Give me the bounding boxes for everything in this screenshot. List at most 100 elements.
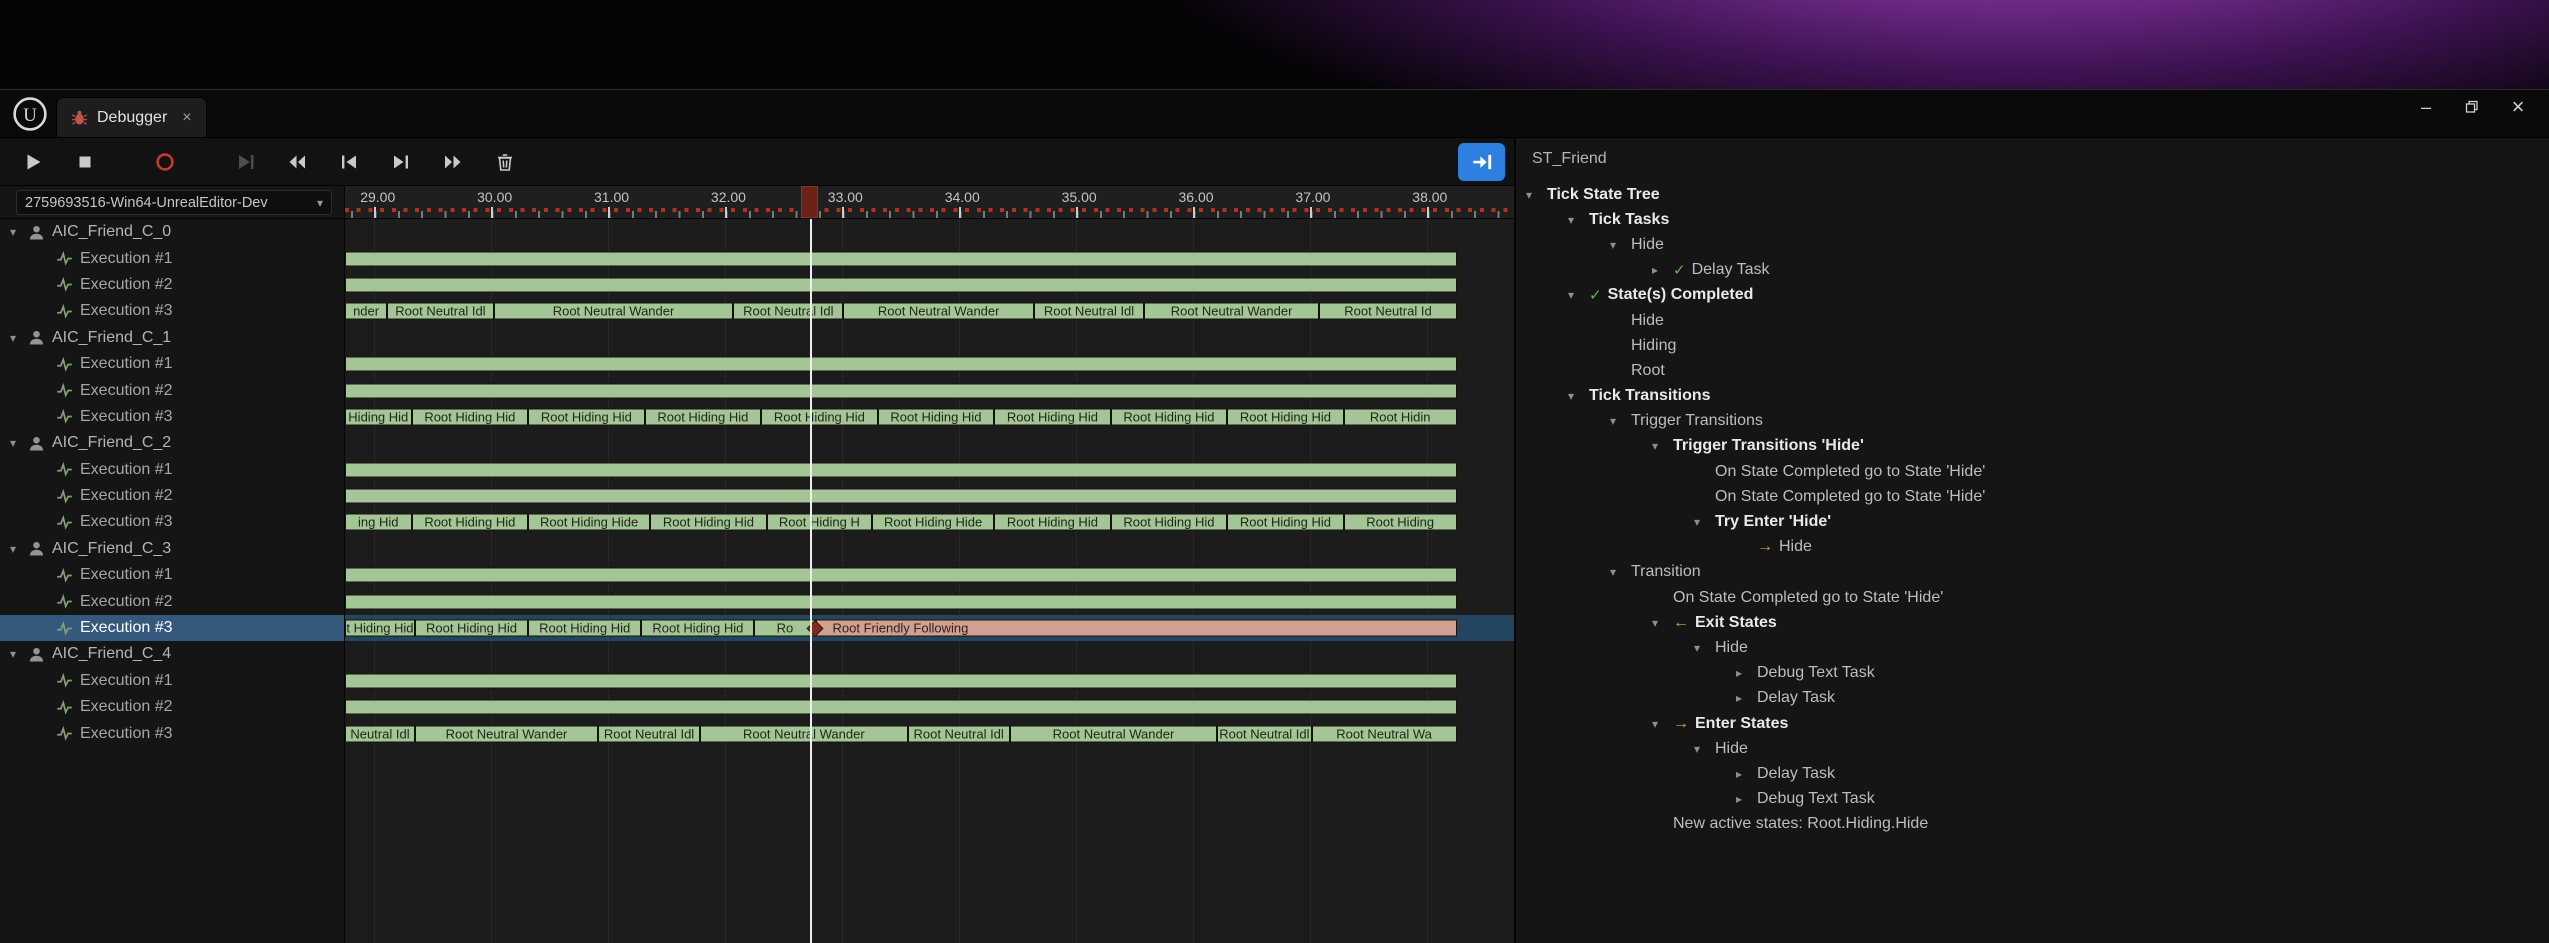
- timeline-bar[interactable]: [345, 251, 1457, 266]
- state-tree-row[interactable]: ▾Trigger Transitions: [1516, 409, 2549, 434]
- state-tree-row[interactable]: ▾Transition: [1516, 560, 2549, 585]
- timeline-segment[interactable]: ing Hid: [346, 515, 413, 530]
- state-tree-row[interactable]: ▾Hide: [1516, 635, 2549, 660]
- chevron-down-icon[interactable]: ▾: [1694, 515, 1715, 529]
- timeline-segment[interactable]: Root Hiding Hid: [762, 409, 879, 424]
- chevron-down-icon[interactable]: ▾: [1652, 717, 1673, 731]
- chevron-right-icon[interactable]: ▸: [1736, 666, 1757, 680]
- timeline-segment[interactable]: Root Hiding Hid: [1112, 409, 1229, 424]
- timeline-bar[interactable]: Neutral IdlRoot Neutral WanderRoot Neutr…: [345, 725, 1457, 742]
- track-row[interactable]: [345, 377, 1514, 403]
- timeline-segment[interactable]: Hiding Hid: [346, 409, 413, 424]
- state-tree-row[interactable]: →Hide: [1516, 535, 2549, 560]
- timeline-bar[interactable]: [345, 568, 1457, 583]
- tree-execution-row[interactable]: Execution #2: [0, 588, 344, 614]
- track-row[interactable]: [345, 457, 1514, 483]
- state-tree-row[interactable]: ▾✓State(s) Completed: [1516, 283, 2549, 308]
- chevron-down-icon[interactable]: ▾: [1652, 439, 1673, 453]
- timeline-segment[interactable]: t Hiding Hid: [346, 621, 416, 636]
- chevron-right-icon[interactable]: ▸: [1736, 792, 1757, 806]
- timeline-segment[interactable]: Root Neutral Wander: [1145, 304, 1320, 319]
- chevron-right-icon[interactable]: ▸: [1652, 263, 1673, 277]
- timeline-segment[interactable]: Root Hiding Hid: [646, 409, 763, 424]
- jump-to-latest-button[interactable]: [1458, 143, 1505, 181]
- chevron-down-icon[interactable]: ▾: [1568, 213, 1589, 227]
- tree-execution-row[interactable]: Execution #3: [0, 298, 344, 324]
- tab-debugger[interactable]: Debugger ×: [56, 97, 207, 137]
- track-row[interactable]: [345, 562, 1514, 588]
- timeline-segment[interactable]: Root Neutral Idl: [1218, 726, 1312, 741]
- timeline-segment[interactable]: Root Hiding: [1345, 515, 1456, 530]
- tab-close-icon[interactable]: ×: [182, 109, 191, 127]
- state-tree-row[interactable]: ▸✓Delay Task: [1516, 258, 2549, 283]
- track-row[interactable]: [345, 483, 1514, 509]
- timeline-bar[interactable]: nderRoot Neutral IdlRoot Neutral WanderR…: [345, 303, 1457, 320]
- track-row[interactable]: [345, 245, 1514, 271]
- chevron-down-icon[interactable]: ▾: [1694, 742, 1715, 756]
- timeline-segment[interactable]: Root Hiding Hid: [651, 515, 768, 530]
- track-row[interactable]: t Hiding HidRoot Hiding HidRoot Hiding H…: [345, 615, 1514, 641]
- scrub-marker[interactable]: [801, 186, 818, 218]
- chevron-down-icon[interactable]: ▾: [1526, 188, 1547, 202]
- track-row[interactable]: [345, 694, 1514, 720]
- clear-tracks-button[interactable]: [482, 142, 528, 182]
- timeline-ruler[interactable]: 29.0030.0031.0032.0033.0034.0035.0036.00…: [345, 186, 1514, 218]
- timeline-segment[interactable]: Root Hiding Hid: [995, 409, 1112, 424]
- tree-execution-row[interactable]: Execution #1: [0, 668, 344, 694]
- tree-group-row[interactable]: ▾AIC_Friend_C_2: [0, 430, 344, 456]
- frame-forward-button[interactable]: [430, 142, 476, 182]
- timeline-segment[interactable]: Root Neutral Idl: [388, 304, 495, 319]
- track-row[interactable]: [345, 668, 1514, 694]
- timeline-segment[interactable]: Root Neutral Wander: [416, 726, 599, 741]
- timeline-segment[interactable]: Root Hiding Hid: [529, 621, 642, 636]
- timeline-bar[interactable]: t Hiding HidRoot Hiding HidRoot Hiding H…: [345, 620, 1457, 637]
- tree-execution-row[interactable]: Execution #3: [0, 615, 344, 641]
- timeline-tracks[interactable]: nderRoot Neutral IdlRoot Neutral WanderR…: [345, 219, 1514, 943]
- timeline-segment[interactable]: Root Hiding Hid: [995, 515, 1112, 530]
- state-tree-row[interactable]: Hiding: [1516, 333, 2549, 358]
- state-tree-row[interactable]: ▾→Enter States: [1516, 711, 2549, 736]
- record-button[interactable]: [142, 142, 188, 182]
- timeline-segment[interactable]: Root Hiding Hid: [413, 515, 530, 530]
- track-row-group[interactable]: [345, 325, 1514, 351]
- track-row-group[interactable]: [345, 430, 1514, 456]
- timeline-segment[interactable]: Root Neutral Wander: [1011, 726, 1219, 741]
- close-button[interactable]: ×: [2495, 92, 2541, 122]
- state-tree-row[interactable]: Root: [1516, 358, 2549, 383]
- timeline-bar[interactable]: [345, 594, 1457, 609]
- session-dropdown[interactable]: 2759693516-Win64-UnrealEditor-Dev ▾: [16, 190, 332, 215]
- chevron-down-icon[interactable]: ▾: [1568, 389, 1589, 403]
- tree-execution-row[interactable]: Execution #2: [0, 377, 344, 403]
- tree-execution-row[interactable]: Execution #1: [0, 562, 344, 588]
- tree-execution-row[interactable]: Execution #2: [0, 694, 344, 720]
- chevron-down-icon[interactable]: ▾: [1610, 238, 1631, 252]
- tree-execution-row[interactable]: Execution #1: [0, 351, 344, 377]
- timeline-segment[interactable]: Neutral Idl: [346, 726, 416, 741]
- timeline-bar[interactable]: [345, 673, 1457, 688]
- tree-execution-row[interactable]: Execution #3: [0, 509, 344, 535]
- state-tree-row[interactable]: ▾Hide: [1516, 232, 2549, 257]
- timeline-segment[interactable]: Root Neutral Id: [1320, 304, 1455, 319]
- timeline-segment[interactable]: Root Neutral Idl: [909, 726, 1011, 741]
- timeline-segment[interactable]: Root Hiding Hid: [1112, 515, 1229, 530]
- track-row[interactable]: [345, 588, 1514, 614]
- chevron-right-icon[interactable]: ▸: [1736, 767, 1757, 781]
- timeline-segment[interactable]: Root Neutral Wa: [1313, 726, 1456, 741]
- tree-execution-row[interactable]: Execution #1: [0, 457, 344, 483]
- timeline-bar[interactable]: [345, 462, 1457, 477]
- chevron-down-icon[interactable]: ▾: [10, 436, 28, 450]
- state-tree-row[interactable]: ▾Hide: [1516, 736, 2549, 761]
- timeline-bar[interactable]: [345, 277, 1457, 292]
- tree-group-row[interactable]: ▾AIC_Friend_C_1: [0, 325, 344, 351]
- timeline-segment[interactable]: Root Friendly Following: [817, 621, 1456, 636]
- play-button[interactable]: [10, 142, 56, 182]
- timeline-segment[interactable]: Root Neutral Idl: [1035, 304, 1145, 319]
- state-tree-row[interactable]: ▾←Exit States: [1516, 610, 2549, 635]
- tree-execution-row[interactable]: Execution #2: [0, 483, 344, 509]
- state-tree-row[interactable]: ▸Delay Task: [1516, 761, 2549, 786]
- step-forward-button[interactable]: [378, 142, 424, 182]
- chevron-down-icon[interactable]: ▾: [1694, 641, 1715, 655]
- track-row[interactable]: ing HidRoot Hiding HidRoot Hiding HideRo…: [345, 509, 1514, 535]
- timeline-segment[interactable]: nder: [346, 304, 388, 319]
- timeline-segment[interactable]: Root Hiding Hid: [1228, 409, 1345, 424]
